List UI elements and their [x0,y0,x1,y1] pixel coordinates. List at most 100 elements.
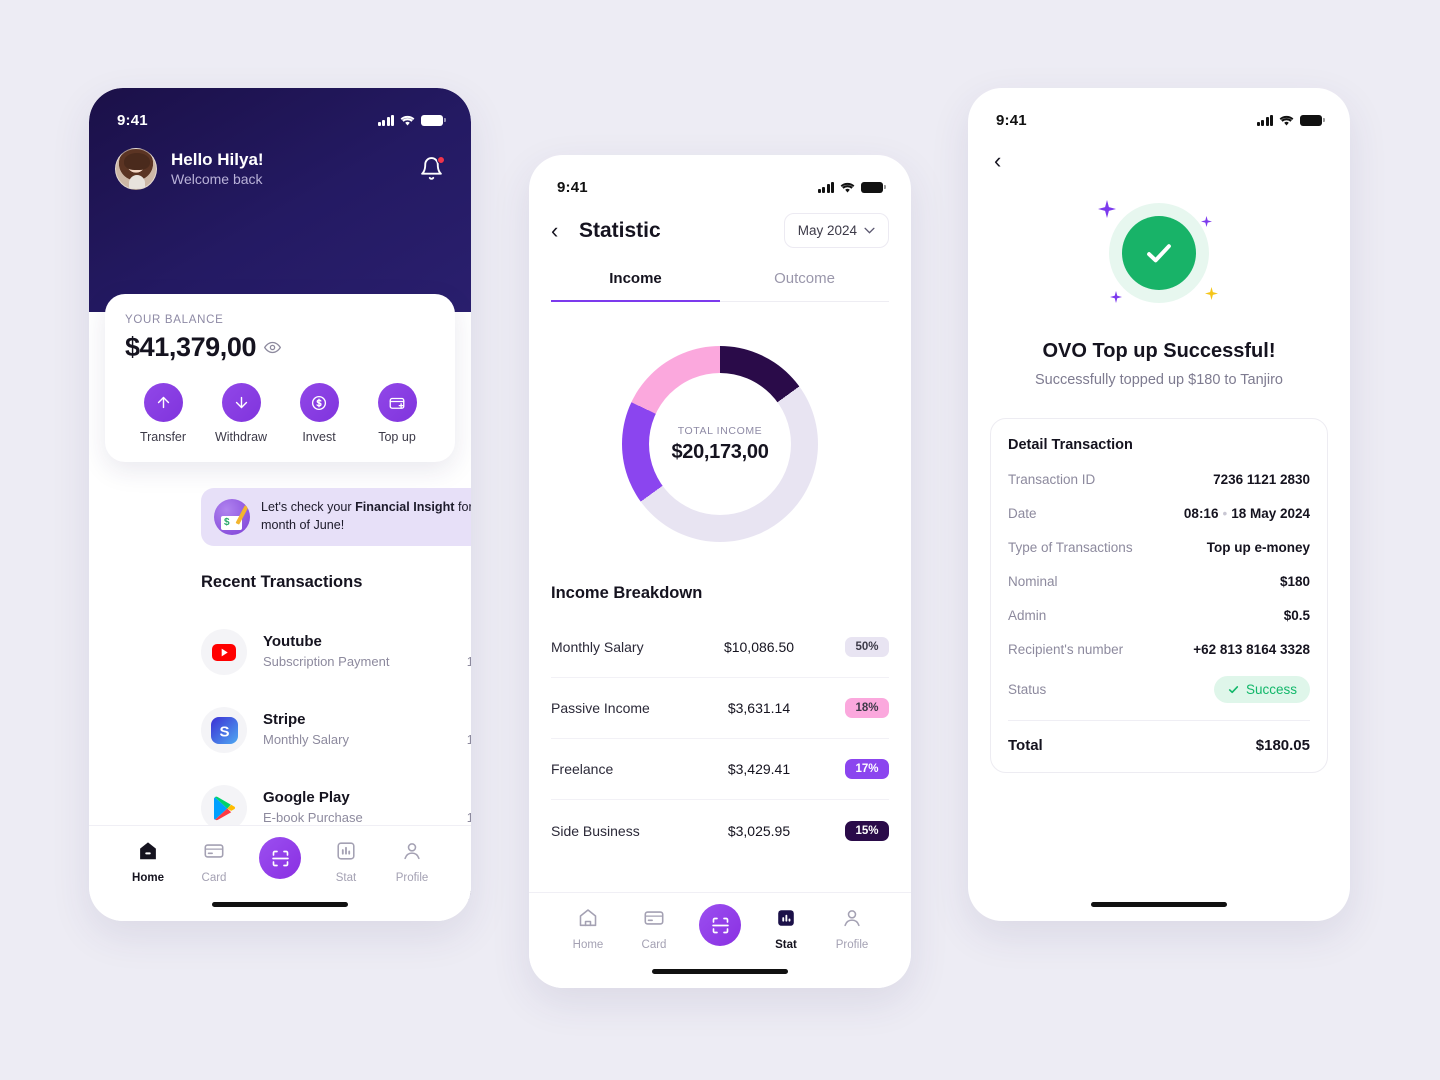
battery-icon [421,114,446,126]
status-icons [1256,114,1325,126]
breakdown-row[interactable]: Freelance $3,429.41 17% [551,739,889,800]
card-plus-icon [377,383,417,422]
breakdown-row[interactable]: Side Business $3,025.95 15% [551,800,889,861]
insight-prefix: Let's check your [261,500,356,515]
financial-insight-banner[interactable]: Let's check your Financial Insight for t… [201,488,471,546]
scan-icon [259,837,301,879]
nav-label: Home [132,872,164,884]
svg-text:S: S [219,723,229,740]
detail-value: 08:16 • 18 May 2024 [1183,506,1310,521]
nav-item-home[interactable]: Home [119,840,177,884]
home-icon [579,909,597,927]
recent-transactions-title: Recent Transactions [201,573,363,591]
balance-amount: $41,379,00 [125,332,257,362]
phone-statistic-screen: 9:41 ‹ Statistic May 2024 Income Outcome… [529,155,911,988]
detail-row: Admin $0.5 [1008,608,1310,623]
month-selector[interactable]: May 2024 [783,213,889,248]
nav-item-scan[interactable] [691,904,749,951]
detail-transaction-card: Detail Transaction Transaction ID 7236 11… [990,418,1328,773]
phone-home-screen: 9:41 Hello Hilya! Welcome back YOUR BALA… [89,88,471,921]
detail-row-status: Status Success [1008,676,1310,703]
nav-label: Card [641,939,667,951]
status-bar: 9:41 [968,88,1350,132]
action-topup-label: Top up [378,430,416,444]
breakdown-title: Income Breakdown [551,584,703,602]
breakdown-percent-badge: 17% [845,759,889,779]
greeting-row: Hello Hilya! Welcome back [89,132,471,190]
action-transfer[interactable]: Transfer [129,383,197,444]
nav-item-stat[interactable]: Stat [317,840,375,884]
table-row[interactable]: Youtube Subscription Payment $15,00 16 M… [201,613,471,691]
sparkle-icon [1098,200,1116,218]
action-invest[interactable]: Invest [285,383,353,444]
sparkle-icon [1201,216,1212,227]
phone-success-screen: 9:41 ‹ OVO Top up Successful! Successful… [968,88,1350,921]
transaction-date: 16 May 2024 [466,655,471,670]
breakdown-row[interactable]: Monthly Salary $10,086.50 50% [551,617,889,678]
dollar-coin-icon [299,383,339,422]
breakdown-row[interactable]: Passive Income $3,631.14 18% [551,678,889,739]
detail-row: Date 08:16 • 18 May 2024 [1008,506,1310,521]
breakdown-category: Passive Income [551,700,650,716]
detail-value: $180 [1279,574,1310,589]
breakdown-value: $10,086.50 [723,639,795,655]
tab-income[interactable]: Income [551,270,720,302]
stripe-icon: S [201,707,247,753]
signal-icon [377,114,394,126]
transaction-amount: + $3,000 [467,711,471,731]
breakdown-percent-badge: 18% [845,698,889,718]
donut-value: $20,173,00 [671,440,769,463]
divider [1008,720,1310,721]
detail-row-total: Total $180.05 [1008,737,1310,754]
quick-actions: Transfer Withdraw Invest Top up [125,383,435,444]
detail-key: Status [1008,682,1047,697]
detail-value: Top up e-money [1206,540,1310,555]
donut-center: TOTAL INCOME $20,173,00 [649,373,791,515]
transaction-amount: $15,00 [467,633,471,653]
balance-label: YOUR BALANCE [125,314,224,326]
detail-row: Nominal $180 [1008,574,1310,589]
check-icon [1228,686,1239,694]
nav-item-home[interactable]: Home [559,907,617,951]
transaction-date: 15 May 2024 [466,733,471,748]
breakdown-value: $3,631.14 [727,700,791,716]
action-topup[interactable]: Top up [363,383,431,444]
nav-item-card[interactable]: Card [625,907,683,951]
scan-icon [699,904,741,946]
arrow-up-icon [143,383,183,422]
nav-label: Stat [775,939,797,951]
table-row[interactable]: S Stripe Monthly Salary + $3,000 15 May … [201,691,471,769]
nav-item-scan[interactable] [251,837,309,884]
nav-item-profile[interactable]: Profile [383,840,441,884]
nav-item-stat[interactable]: Stat [757,907,815,951]
status-bar: 9:41 [529,155,911,199]
sparkle-icon [1205,287,1218,300]
home-indicator [652,969,788,974]
total-value: $180.05 [1255,737,1310,754]
stat-icon [337,842,355,860]
nav-item-profile[interactable]: Profile [823,907,881,951]
avatar[interactable] [115,148,157,190]
status-time: 9:41 [996,111,1027,129]
tab-outcome[interactable]: Outcome [720,270,889,301]
back-icon[interactable]: ‹ [968,132,1350,174]
notification-bell-icon[interactable] [419,156,445,182]
status-value: Success [1245,682,1297,697]
eye-icon[interactable] [264,339,282,356]
back-icon[interactable]: ‹ [551,218,577,244]
success-subheading: Successfully topped up $180 to Tanjiro [1034,372,1283,388]
chevron-down-icon [864,227,875,234]
detail-key: Transaction ID [1008,472,1096,487]
breakdown-category: Monthly Salary [551,639,644,655]
battery-icon [861,181,886,193]
bottom-navigation: Home Card Stat Profile [529,892,911,988]
nav-item-card[interactable]: Card [185,840,243,884]
nav-label: Profile [835,939,869,951]
arrow-down-icon [221,383,261,422]
detail-value: $0.5 [1283,608,1310,623]
bottom-navigation: Home Card Stat Profile [89,825,471,921]
nav-label: Card [201,872,227,884]
nav-label: Stat [335,872,357,884]
action-withdraw[interactable]: Withdraw [207,383,275,444]
detail-card-title: Detail Transaction [1008,437,1133,453]
